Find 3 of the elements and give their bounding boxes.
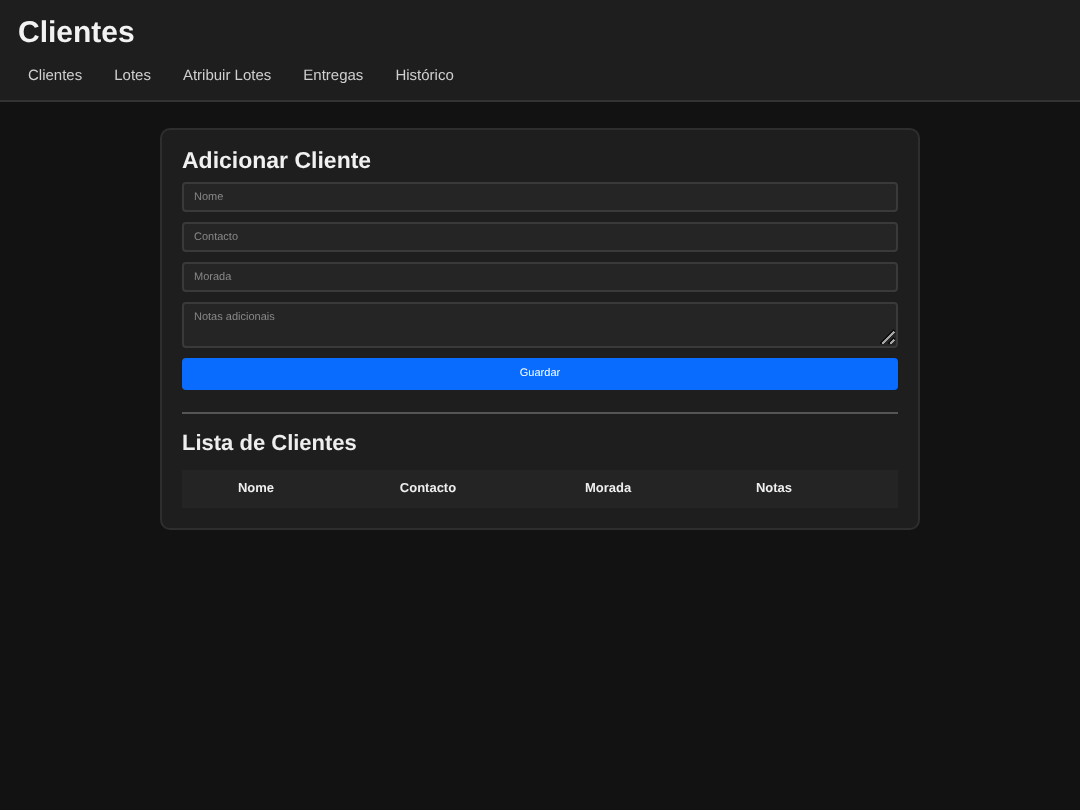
page-title: Clientes [18,16,135,50]
form-title: Adicionar Cliente [182,150,374,174]
list-title: Lista de Clientes [182,432,359,456]
